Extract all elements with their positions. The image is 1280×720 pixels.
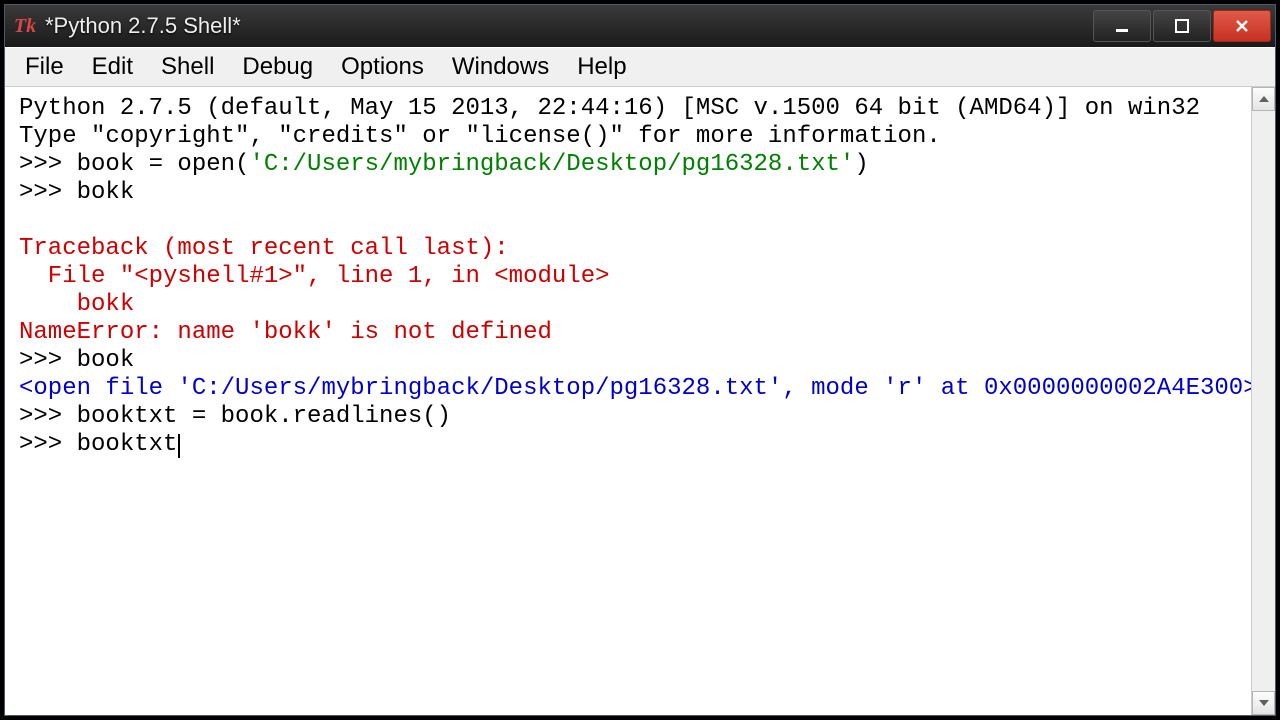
prompt: >>> (19, 179, 77, 206)
chevron-up-icon (1259, 96, 1269, 102)
prompt: >>> (19, 431, 77, 458)
menubar: File Edit Shell Debug Options Windows He… (5, 47, 1275, 87)
text-cursor (178, 434, 180, 458)
minimize-icon (1114, 18, 1130, 34)
close-icon (1234, 18, 1250, 34)
app-window: Tk *Python 2.7.5 Shell* File Edit Shell … (4, 4, 1276, 716)
menu-help[interactable]: Help (563, 49, 640, 85)
window-controls (1093, 10, 1271, 42)
output-line: <open file 'C:/Users/mybringback/Desktop… (19, 375, 1251, 402)
code-text: ) (854, 151, 868, 178)
shell-text-area[interactable]: Python 2.7.5 (default, May 15 2013, 22:4… (5, 87, 1251, 715)
menu-edit[interactable]: Edit (78, 49, 147, 85)
string-literal: 'C:/Users/mybringback/Desktop/pg16328.tx… (249, 151, 854, 178)
minimize-button[interactable] (1093, 10, 1151, 42)
traceback-line: NameError: name 'bokk' is not defined (19, 319, 552, 346)
code-text: booktxt (77, 431, 178, 458)
scroll-down-button[interactable] (1252, 691, 1275, 715)
prompt: >>> (19, 151, 77, 178)
code-text: book (77, 347, 135, 374)
code-text: booktxt = book.readlines() (77, 403, 451, 430)
scroll-up-button[interactable] (1252, 87, 1275, 111)
menu-file[interactable]: File (11, 49, 78, 85)
scroll-track[interactable] (1252, 111, 1275, 691)
banner-line: Python 2.7.5 (default, May 15 2013, 22:4… (19, 95, 1200, 122)
chevron-down-icon (1259, 700, 1269, 706)
menu-options[interactable]: Options (327, 49, 438, 85)
traceback-line: File "<pyshell#1>", line 1, in <module> (19, 263, 610, 290)
close-button[interactable] (1213, 10, 1271, 42)
window-title: *Python 2.7.5 Shell* (45, 13, 241, 39)
prompt: >>> (19, 403, 77, 430)
vertical-scrollbar[interactable] (1251, 87, 1275, 715)
maximize-button[interactable] (1153, 10, 1211, 42)
code-text: bokk (77, 179, 135, 206)
traceback-line: Traceback (most recent call last): (19, 235, 509, 262)
maximize-icon (1174, 18, 1190, 34)
code-text: book = open( (77, 151, 250, 178)
menu-shell[interactable]: Shell (147, 49, 228, 85)
menu-debug[interactable]: Debug (228, 49, 327, 85)
traceback-line: bokk (19, 291, 134, 318)
prompt: >>> (19, 347, 77, 374)
banner-line: Type "copyright", "credits" or "license(… (19, 123, 941, 150)
app-icon: Tk (13, 14, 37, 38)
titlebar[interactable]: Tk *Python 2.7.5 Shell* (5, 5, 1275, 47)
content-area: Python 2.7.5 (default, May 15 2013, 22:4… (5, 87, 1275, 715)
menu-windows[interactable]: Windows (438, 49, 563, 85)
